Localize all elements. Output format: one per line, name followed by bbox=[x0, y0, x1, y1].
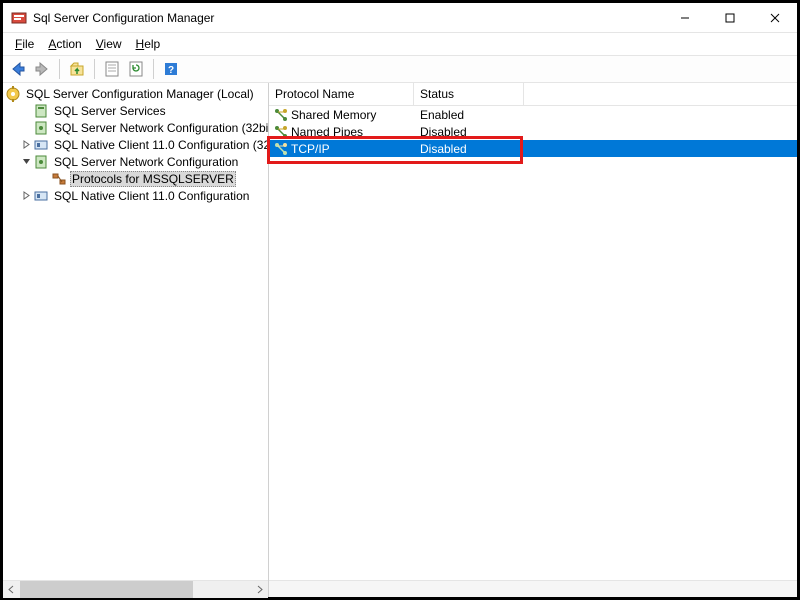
network-icon bbox=[33, 120, 49, 136]
tree-item-netconfig-32[interactable]: SQL Server Network Configuration (32bit) bbox=[3, 119, 268, 136]
refresh-button[interactable] bbox=[125, 58, 147, 80]
menu-view[interactable]: View bbox=[90, 35, 128, 53]
svg-text:?: ? bbox=[168, 65, 174, 76]
tree-item-nativeclient-32[interactable]: SQL Native Client 11.0 Configuration (32… bbox=[3, 136, 268, 153]
protocols-icon bbox=[51, 171, 67, 187]
minimize-button[interactable] bbox=[662, 3, 707, 32]
config-manager-icon bbox=[5, 86, 21, 102]
scroll-right-icon[interactable] bbox=[251, 581, 268, 598]
up-button[interactable] bbox=[66, 58, 88, 80]
scroll-thumb[interactable] bbox=[20, 581, 193, 598]
window-title: Sql Server Configuration Manager bbox=[33, 11, 214, 25]
scroll-track[interactable] bbox=[20, 581, 251, 598]
column-header-name[interactable]: Protocol Name bbox=[269, 83, 414, 105]
maximize-button[interactable] bbox=[707, 3, 752, 32]
tree-body[interactable]: SQL Server Configuration Manager (Local)… bbox=[3, 83, 268, 580]
list-row-tcpip[interactable]: TCP/IP Disabled bbox=[269, 140, 797, 157]
service-icon bbox=[33, 103, 49, 119]
tree-item-protocols[interactable]: Protocols for MSSQLSERVER bbox=[3, 170, 268, 187]
list-header: Protocol Name Status bbox=[269, 83, 797, 106]
tree-item-label: Protocols for MSSQLSERVER bbox=[70, 171, 236, 187]
list-body[interactable]: Shared Memory Enabled Named Pipes Disabl… bbox=[269, 106, 797, 580]
cell-protocol-name: Shared Memory bbox=[291, 108, 414, 122]
expander-collapsed-icon[interactable] bbox=[19, 138, 33, 152]
tree-horizontal-scrollbar[interactable] bbox=[3, 580, 268, 597]
menubar: File Action View Help bbox=[3, 33, 797, 55]
tree-item-label: SQL Server Network Configuration (32bit) bbox=[52, 121, 268, 135]
titlebar: Sql Server Configuration Manager bbox=[3, 3, 797, 33]
forward-button[interactable] bbox=[31, 58, 53, 80]
list-pane: Protocol Name Status Shared Memory Enabl… bbox=[269, 83, 797, 597]
help-button[interactable]: ? bbox=[160, 58, 182, 80]
protocol-icon bbox=[273, 107, 289, 123]
tree-item-services[interactable]: SQL Server Services bbox=[3, 102, 268, 119]
tree-root-label: SQL Server Configuration Manager (Local) bbox=[24, 87, 256, 101]
content-area: SQL Server Configuration Manager (Local)… bbox=[3, 83, 797, 597]
tree-item-label: SQL Server Network Configuration bbox=[52, 155, 240, 169]
cell-status: Enabled bbox=[414, 108, 524, 122]
client-icon bbox=[33, 137, 49, 153]
client-icon bbox=[33, 188, 49, 204]
cell-protocol-name: TCP/IP bbox=[291, 142, 414, 156]
tree-item-label: SQL Native Client 11.0 Configuration (32… bbox=[52, 138, 268, 152]
tree-item-netconfig[interactable]: SQL Server Network Configuration bbox=[3, 153, 268, 170]
back-button[interactable] bbox=[7, 58, 29, 80]
scroll-left-icon[interactable] bbox=[3, 581, 20, 598]
expander-placeholder bbox=[19, 104, 33, 118]
column-header-status[interactable]: Status bbox=[414, 83, 524, 105]
list-row-shared-memory[interactable]: Shared Memory Enabled bbox=[269, 106, 797, 123]
tree-item-nativeclient[interactable]: SQL Native Client 11.0 Configuration bbox=[3, 187, 268, 204]
network-icon bbox=[33, 154, 49, 170]
cell-status: Disabled bbox=[414, 125, 524, 139]
tree-item-label: SQL Server Services bbox=[52, 104, 168, 118]
protocol-icon bbox=[273, 124, 289, 140]
tree-item-label: SQL Native Client 11.0 Configuration bbox=[52, 189, 251, 203]
list-horizontal-scrollbar[interactable] bbox=[269, 580, 797, 597]
app-window: Sql Server Configuration Manager File Ac… bbox=[3, 3, 797, 597]
menu-file[interactable]: File bbox=[9, 35, 40, 53]
cell-status: Disabled bbox=[414, 142, 524, 156]
toolbar: ? bbox=[3, 55, 797, 83]
list-row-named-pipes[interactable]: Named Pipes Disabled bbox=[269, 123, 797, 140]
expander-collapsed-icon[interactable] bbox=[19, 189, 33, 203]
cell-protocol-name: Named Pipes bbox=[291, 125, 414, 139]
expander-placeholder bbox=[19, 121, 33, 135]
app-icon bbox=[11, 10, 27, 26]
expander-placeholder bbox=[37, 172, 51, 186]
expander-expanded-icon[interactable] bbox=[19, 155, 33, 169]
tree-pane: SQL Server Configuration Manager (Local)… bbox=[3, 83, 269, 597]
protocol-icon bbox=[273, 141, 289, 157]
close-button[interactable] bbox=[752, 3, 797, 32]
menu-help[interactable]: Help bbox=[130, 35, 167, 53]
menu-action[interactable]: Action bbox=[42, 35, 87, 53]
tree-root[interactable]: SQL Server Configuration Manager (Local) bbox=[3, 85, 268, 102]
properties-button[interactable] bbox=[101, 58, 123, 80]
